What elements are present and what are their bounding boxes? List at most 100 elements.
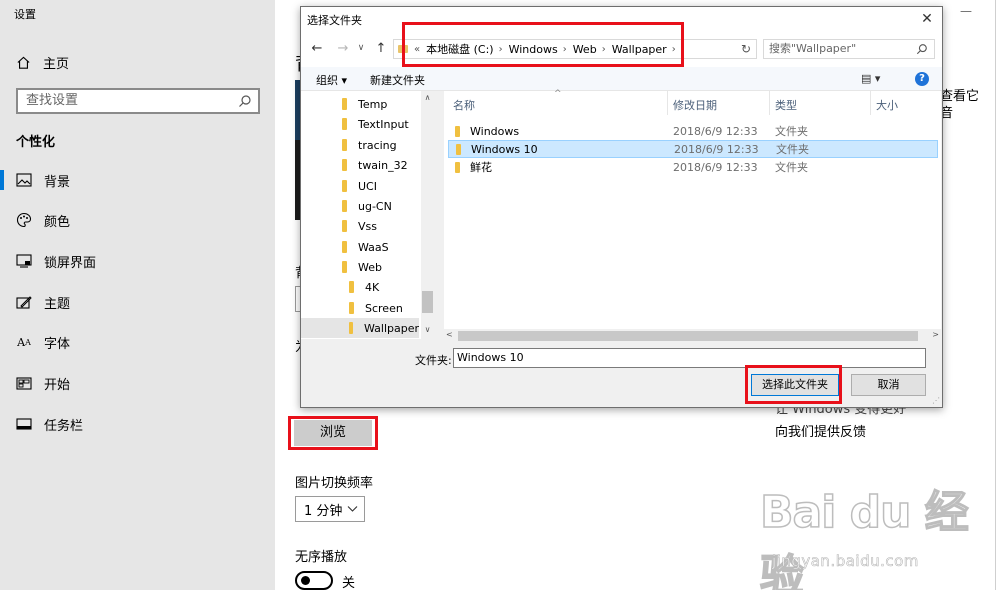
- folder-icon: [349, 302, 354, 314]
- nav-item-label: 字体: [44, 336, 71, 352]
- start-icon: [16, 375, 32, 391]
- app-title: 设置: [14, 8, 36, 21]
- column-divider[interactable]: [667, 91, 668, 115]
- cancel-button[interactable]: 取消: [851, 374, 926, 396]
- tree-item-label: WaaS: [358, 240, 389, 254]
- folder-name-input[interactable]: Windows 10: [453, 348, 926, 368]
- forward-arrow-icon[interactable]: →: [335, 40, 351, 56]
- palette-icon: [16, 212, 32, 228]
- feedback-link[interactable]: 向我们提供反馈: [775, 421, 866, 440]
- nav-item-start[interactable]: 开始: [0, 363, 275, 403]
- new-folder-button[interactable]: 新建文件夹: [370, 72, 425, 88]
- view-options-icon[interactable]: ▤ ▾: [861, 72, 880, 85]
- tree-item[interactable]: Screen: [301, 298, 419, 318]
- tree-item[interactable]: WaaS: [301, 237, 419, 257]
- tree-item-label: Web: [358, 260, 382, 274]
- toggle-knob: [301, 576, 310, 585]
- close-icon[interactable]: ✕: [912, 7, 942, 31]
- nav-item-taskbar[interactable]: 任务栏: [0, 404, 275, 444]
- search-icon[interactable]: [238, 94, 252, 108]
- tree-item[interactable]: UCI: [301, 176, 419, 196]
- frequency-select[interactable]: 1 分钟: [295, 496, 365, 522]
- help-icon[interactable]: ?: [915, 72, 929, 86]
- nav-item-label: 开始: [44, 377, 71, 393]
- scroll-down-icon[interactable]: ∨: [421, 325, 434, 334]
- home-label: 主页: [43, 56, 70, 72]
- tree-item-label: tracing: [358, 138, 397, 152]
- recent-chevron-icon[interactable]: ∨: [353, 40, 369, 56]
- folder-search-placeholder: 搜索"Wallpaper": [769, 42, 857, 55]
- column-divider[interactable]: [870, 91, 871, 115]
- back-arrow-icon[interactable]: ←: [309, 40, 325, 56]
- settings-search-box[interactable]: [16, 88, 260, 114]
- folder-icon: [342, 159, 347, 171]
- folder-icon: [342, 118, 347, 130]
- baidu-jingyan-logo: Bai du 经验: [759, 486, 969, 590]
- search-icon[interactable]: [916, 43, 928, 55]
- nav-item-themes[interactable]: 主题: [0, 282, 275, 322]
- tree-item-label: 4K: [365, 280, 380, 294]
- tree-item[interactable]: tracing: [301, 135, 419, 155]
- organize-button[interactable]: 组织 ▾: [316, 72, 347, 88]
- highlight-browse-button: [288, 416, 378, 450]
- tree-item[interactable]: Temp: [301, 94, 419, 114]
- watermark: Bai du 经验 jingyan.baidu.com: [759, 476, 990, 590]
- column-header-size[interactable]: 大小: [876, 97, 898, 113]
- tree-scrollbar[interactable]: ∧ ∨: [421, 91, 434, 339]
- scrollbar-thumb[interactable]: [458, 331, 918, 341]
- nav-item-background[interactable]: 背景: [0, 160, 275, 200]
- frequency-label: 图片切换频率: [295, 476, 374, 491]
- folder-icon: [342, 241, 347, 253]
- folder-icon: [455, 161, 460, 173]
- tree-item[interactable]: twain_32: [301, 155, 419, 175]
- nav-item-label: 颜色: [44, 214, 71, 230]
- file-type: 文件夹: [776, 143, 809, 156]
- tree-item[interactable]: ug-CN: [301, 196, 419, 216]
- tree-item-selected[interactable]: Wallpaper: [301, 318, 419, 338]
- nav-item-colors[interactable]: 颜色: [0, 200, 275, 240]
- column-header-date[interactable]: 修改日期: [673, 97, 717, 113]
- nav-item-fonts[interactable]: AA 字体: [0, 322, 275, 362]
- tree-item[interactable]: Vss: [301, 216, 419, 236]
- scroll-up-icon[interactable]: ∧: [421, 93, 434, 102]
- resize-grip-icon[interactable]: ⋰: [932, 396, 940, 405]
- folder-search-input[interactable]: 搜索"Wallpaper": [763, 39, 935, 59]
- column-divider[interactable]: [769, 91, 770, 115]
- folder-icon: [456, 143, 461, 155]
- section-title: 个性化: [16, 135, 56, 150]
- tree-item[interactable]: Web: [301, 257, 419, 277]
- column-header-name[interactable]: 名称: [453, 97, 475, 113]
- nav-item-label: 锁屏界面: [44, 255, 97, 271]
- folder-icon: [342, 200, 347, 212]
- file-row[interactable]: Windows 2018/6/9 12:33 文件夹: [448, 122, 938, 140]
- theme-icon: [16, 294, 32, 310]
- nav-item-lock-screen[interactable]: 锁屏界面: [0, 241, 275, 281]
- frequency-value: 1 分钟: [304, 503, 343, 519]
- tree-item[interactable]: 4K: [301, 277, 419, 297]
- nav-item-label: 主题: [44, 296, 71, 312]
- minimize-button[interactable]: —: [960, 4, 972, 18]
- folder-icon: [349, 322, 353, 334]
- column-header-type[interactable]: 类型: [775, 97, 797, 113]
- scroll-left-icon[interactable]: <: [446, 330, 453, 339]
- tree-item-label: Screen: [365, 301, 403, 315]
- lock-screen-icon: [16, 253, 32, 269]
- file-row-selected[interactable]: Windows 10 2018/6/9 12:33 文件夹: [448, 140, 938, 158]
- up-arrow-icon[interactable]: ↑: [373, 40, 389, 56]
- highlight-select-folder-button: [745, 365, 842, 404]
- folder-icon: [342, 180, 347, 192]
- shuffle-state-label: 关: [342, 576, 356, 590]
- tree-item[interactable]: TextInput: [301, 114, 419, 134]
- settings-search-input[interactable]: [26, 93, 226, 108]
- home-nav-item[interactable]: 主页: [16, 52, 69, 72]
- file-name: Windows 10: [471, 142, 538, 156]
- window-edge: [995, 0, 996, 590]
- horizontal-scrollbar[interactable]: < >: [444, 329, 941, 343]
- scrollbar-thumb[interactable]: [422, 291, 433, 313]
- file-row[interactable]: 鲜花 2018/6/9 12:33 文件夹: [448, 158, 938, 176]
- refresh-icon[interactable]: ↻: [738, 41, 754, 57]
- folder-icon: [342, 220, 347, 232]
- file-date: 2018/6/9 12:33: [673, 124, 758, 138]
- scroll-right-icon[interactable]: >: [932, 330, 939, 339]
- shuffle-toggle[interactable]: [295, 571, 333, 590]
